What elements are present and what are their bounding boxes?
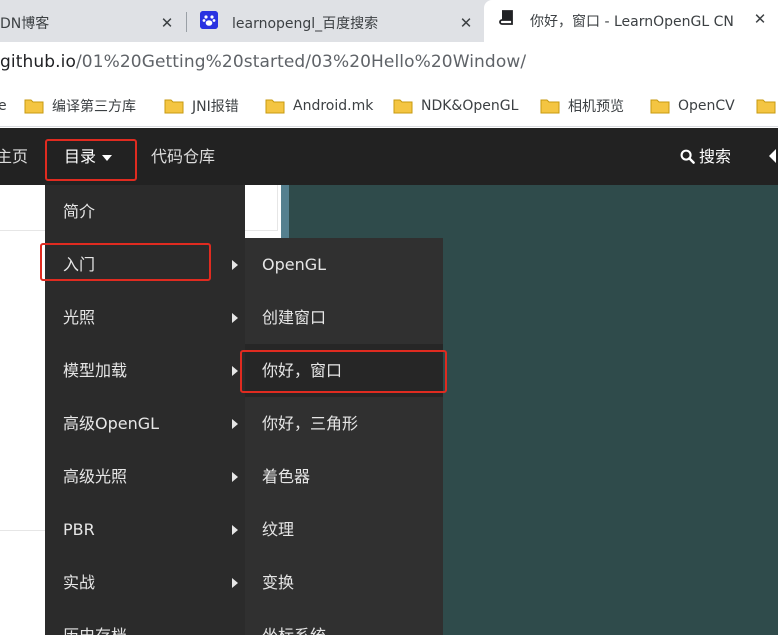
- diamond-icon[interactable]: [768, 148, 778, 164]
- menu-item-label: 实战: [63, 573, 96, 592]
- url-host: github.io: [0, 52, 76, 72]
- bookmark-label: NDK&OpenGL: [421, 98, 519, 114]
- chevron-right-icon: [232, 260, 238, 270]
- menu-item-label: 着色器: [262, 467, 311, 486]
- bookmark-folder[interactable]: 相机预览: [540, 95, 624, 117]
- tab-baidu-search[interactable]: learnopengl_百度搜索 ✕: [188, 4, 484, 42]
- folder-icon: [265, 99, 285, 114]
- submenu-item-hello-triangle[interactable]: 你好，三角形: [245, 397, 443, 450]
- menu-item-model-loading[interactable]: 模型加载: [45, 344, 245, 397]
- menu-item-label: 简介: [63, 202, 96, 221]
- close-icon[interactable]: ✕: [456, 13, 476, 33]
- tab-csdn[interactable]: DN博客 ✕: [0, 4, 185, 42]
- tab-title: learnopengl_百度搜索: [232, 16, 379, 32]
- highlight-box-catalog: [45, 139, 137, 181]
- chevron-right-icon: [232, 419, 238, 429]
- folder-icon: [540, 99, 560, 114]
- folder-icon: [393, 99, 413, 114]
- address-bar[interactable]: github.io/01%20Getting%20started/03%20He…: [0, 42, 778, 85]
- menu-item-label: 坐标系统: [262, 626, 326, 635]
- bookmark-folder[interactable]: NDK&OpenGL: [393, 95, 518, 117]
- search-icon: [680, 149, 695, 164]
- submenu-item-opengl[interactable]: OpenGL: [245, 238, 443, 291]
- menu-item-label: 模型加载: [63, 361, 128, 380]
- chevron-right-icon: [232, 313, 238, 323]
- bookmark-label: Android.mk: [293, 98, 374, 114]
- submenu-item-creating-window[interactable]: 创建窗口: [245, 291, 443, 344]
- tab-separator: [186, 12, 187, 32]
- url-text[interactable]: github.io/01%20Getting%20started/03%20He…: [0, 52, 526, 72]
- nav-search-button[interactable]: 搜索: [680, 128, 731, 185]
- close-icon[interactable]: ✕: [750, 9, 770, 29]
- folder-icon: [756, 99, 776, 114]
- highlight-box-getting-started: [40, 243, 211, 281]
- nav-home-link[interactable]: 主页: [0, 128, 28, 185]
- baidu-paw-icon: [200, 11, 218, 29]
- menu-item-label: 你好，三角形: [262, 414, 359, 433]
- nav-search-label: 搜索: [699, 147, 732, 166]
- tab-title: DN博客: [0, 16, 50, 32]
- menu-item-label: 高级光照: [63, 467, 128, 486]
- submenu-item-coordinate-systems[interactable]: 坐标系统: [245, 609, 443, 635]
- menu-item-label: PBR: [63, 520, 95, 539]
- folder-icon: [24, 99, 44, 114]
- nav-repo-link[interactable]: 代码仓库: [151, 128, 215, 185]
- menu-item-advanced-lighting[interactable]: 高级光照: [45, 450, 245, 503]
- bookmark-folder[interactable]: OpenCV: [650, 95, 735, 117]
- highlight-box-hello-window: [240, 350, 447, 393]
- bookmark-folder[interactable]: 编译第三方库: [24, 95, 136, 117]
- submenu-item-shaders[interactable]: 着色器: [245, 450, 443, 503]
- bookmark-folder[interactable]: JNI报错: [164, 95, 239, 117]
- bookmark-label: OpenCV: [678, 98, 735, 114]
- bookmark-label: 相机预览: [568, 99, 624, 115]
- chevron-right-icon: [232, 525, 238, 535]
- bookmark-label: JNI报错: [192, 99, 239, 115]
- bookmark-label: 编译第三方库: [52, 99, 136, 115]
- bookmark-folder[interactable]: [756, 95, 778, 117]
- menu-item-label: 纹理: [262, 520, 295, 539]
- submenu-item-textures[interactable]: 纹理: [245, 503, 443, 556]
- close-icon[interactable]: ✕: [157, 13, 177, 33]
- chevron-right-icon: [232, 366, 238, 376]
- chevron-right-icon: [232, 578, 238, 588]
- folder-icon: [164, 99, 184, 114]
- menu-item-intro[interactable]: 简介: [45, 185, 245, 238]
- submenu-item-transformations[interactable]: 变换: [245, 556, 443, 609]
- bookmark-item[interactable]: e: [0, 95, 7, 117]
- menu-item-pbr[interactable]: PBR: [45, 503, 245, 556]
- menu-item-label: 光照: [63, 308, 96, 327]
- browser-tab-strip: DN博客 ✕ learnopengl_百度搜索 ✕ 你好，窗口 - LearnO…: [0, 0, 778, 42]
- menu-item-lighting[interactable]: 光照: [45, 291, 245, 344]
- bookmark-label: e: [0, 98, 7, 114]
- menu-item-label: 历史存档: [63, 626, 127, 635]
- menu-item-label: 变换: [262, 573, 295, 592]
- divider: [277, 185, 278, 230]
- chevron-right-icon: [232, 472, 238, 482]
- url-path: /01%20Getting%20started/03%20Hello%20Win…: [75, 52, 527, 72]
- folder-icon: [650, 99, 670, 114]
- book-icon: [499, 10, 513, 25]
- menu-item-advanced-opengl[interactable]: 高级OpenGL: [45, 397, 245, 450]
- tab-title: 你好，窗口 - LearnOpenGL CN: [530, 14, 734, 30]
- getting-started-submenu: OpenGL 创建窗口 你好，窗口 你好，三角形 着色器 纹理 变换 坐标系统: [245, 238, 443, 635]
- bookmark-folder[interactable]: Android.mk: [265, 95, 373, 117]
- tab-learnopengl-active[interactable]: 你好，窗口 - LearnOpenGL CN ✕: [484, 0, 778, 42]
- menu-item-label: OpenGL: [262, 255, 327, 274]
- menu-item-label: 高级OpenGL: [63, 414, 160, 433]
- bookmarks-bar: e 编译第三方库 JNI报错 Android.mk NDK&OpenGL 相机预…: [0, 85, 778, 127]
- menu-item-label: 创建窗口: [262, 308, 327, 327]
- menu-item-in-practice[interactable]: 实战: [45, 556, 245, 609]
- menu-item-archive[interactable]: 历史存档: [45, 609, 245, 635]
